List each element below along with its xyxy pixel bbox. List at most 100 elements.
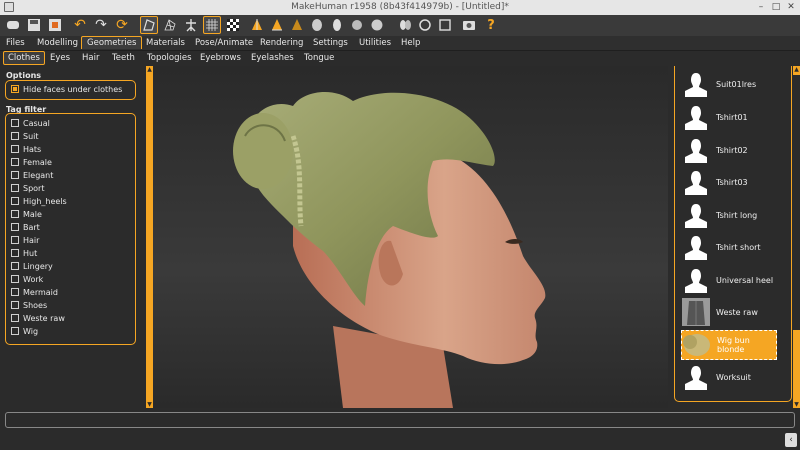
reset-camera-icon[interactable] [396, 16, 414, 34]
tag-checkbox[interactable]: Mermaid [11, 286, 58, 298]
redo-icon[interactable]: ↷ [92, 16, 110, 34]
scroll-up-icon[interactable]: ▲ [146, 66, 153, 73]
tab-rendering[interactable]: Rendering [260, 38, 303, 48]
scroll-down-icon[interactable]: ▼ [793, 401, 800, 408]
side-view-icon[interactable] [368, 16, 386, 34]
subtab-teeth[interactable]: Teeth [112, 53, 135, 63]
tab-modelling[interactable]: Modelling [37, 38, 78, 48]
maximize-icon[interactable]: □ [769, 1, 783, 14]
checkbox-box[interactable] [11, 249, 19, 257]
tag-checkbox[interactable]: Hair [11, 234, 39, 246]
list-item[interactable]: Suit01lres [681, 69, 777, 99]
hide-faces-checkbox[interactable]: Hide faces under clothes [11, 83, 122, 95]
smooth-icon[interactable] [140, 16, 158, 34]
checker-icon[interactable] [224, 16, 242, 34]
list-item[interactable]: Tshirt01 [681, 102, 777, 132]
back-view-icon[interactable] [268, 16, 286, 34]
checkbox-box[interactable] [11, 236, 19, 244]
checkbox-box[interactable] [11, 132, 19, 140]
checkbox-box[interactable] [11, 184, 19, 192]
export-icon[interactable] [46, 16, 64, 34]
list-item[interactable]: Tshirt02 [681, 135, 777, 165]
tag-checkbox[interactable]: High_heels [11, 195, 67, 207]
tab-help[interactable]: Help [401, 38, 420, 48]
3d-viewport[interactable] [153, 66, 668, 408]
grid-icon[interactable] [203, 16, 221, 34]
screenshot-icon[interactable] [460, 16, 478, 34]
right-scrollbar[interactable]: ▲ ▼ [793, 66, 800, 408]
front-view-icon[interactable] [248, 16, 266, 34]
tag-checkbox[interactable]: Suit [11, 130, 39, 142]
tag-checkbox[interactable]: Elegant [11, 169, 53, 181]
left-view-icon[interactable] [288, 16, 306, 34]
list-item[interactable]: Tshirt03 [681, 167, 777, 197]
tag-checkbox[interactable]: Sport [11, 182, 44, 194]
checkbox-box[interactable] [11, 275, 19, 283]
checkbox-box[interactable] [11, 158, 19, 166]
checkbox-box[interactable] [11, 171, 19, 179]
tag-checkbox[interactable]: Shoes [11, 299, 47, 311]
pose-icon[interactable] [182, 16, 200, 34]
checkbox-box[interactable] [11, 145, 19, 153]
list-item[interactable]: Tshirt short [681, 232, 777, 262]
tag-checkbox[interactable]: Weste raw [11, 312, 65, 324]
checkbox-box[interactable] [11, 301, 19, 309]
tag-checkbox[interactable]: Hut [11, 247, 37, 259]
checkbox-box[interactable] [11, 288, 19, 296]
scroll-down-icon[interactable]: ▼ [146, 401, 153, 408]
checkbox-box[interactable] [11, 210, 19, 218]
checkbox-box[interactable] [11, 262, 19, 270]
checkbox-box[interactable] [11, 327, 19, 335]
tag-checkbox[interactable]: Bart [11, 221, 40, 233]
list-item-selected[interactable]: Wig bun blonde [681, 330, 777, 360]
help-icon[interactable]: ? [482, 16, 500, 34]
tab-settings[interactable]: Settings [313, 38, 348, 48]
subtab-eyes[interactable]: Eyes [50, 53, 70, 63]
checkbox-box[interactable] [11, 119, 19, 127]
wig-thumbnail-icon [682, 330, 712, 360]
reset-icon[interactable]: ⟳ [113, 16, 131, 34]
tab-files[interactable]: Files [6, 38, 25, 48]
subtab-eyelashes[interactable]: Eyelashes [251, 53, 294, 63]
subtab-tongue[interactable]: Tongue [304, 53, 334, 63]
tag-checkbox[interactable]: Hats [11, 143, 41, 155]
subtab-hair[interactable]: Hair [82, 53, 99, 63]
scroll-up-icon[interactable]: ▲ [793, 66, 800, 73]
subtab-topologies[interactable]: Topologies [147, 53, 192, 63]
checkbox-box[interactable] [11, 314, 19, 322]
tag-checkbox[interactable]: Female [11, 156, 52, 168]
right-view-icon[interactable] [308, 16, 326, 34]
tag-checkbox[interactable]: Male [11, 208, 42, 220]
undo-icon[interactable]: ↶ [71, 16, 89, 34]
list-item[interactable]: Universal heel [681, 265, 777, 295]
list-item[interactable]: Tshirt long [681, 200, 777, 230]
bottom-view-icon[interactable] [348, 16, 366, 34]
checkbox-box[interactable] [11, 223, 19, 231]
minimize-icon[interactable]: – [754, 1, 768, 14]
wireframe-icon[interactable] [161, 16, 179, 34]
tag-checkbox[interactable]: Work [11, 273, 43, 285]
tab-pose-animate[interactable]: Pose/Animate [195, 38, 253, 48]
left-scrollbar[interactable]: ▲ ▼ [146, 66, 153, 408]
save-icon[interactable] [25, 16, 43, 34]
checkbox-box[interactable] [11, 197, 19, 205]
symmetry-icon[interactable] [416, 16, 434, 34]
scrollbar-track[interactable] [793, 75, 800, 330]
chevron-left-icon[interactable]: ‹ [785, 433, 797, 447]
fullscreen-icon[interactable] [436, 16, 454, 34]
tag-checkbox[interactable]: Lingery [11, 260, 53, 272]
list-item[interactable]: Weste raw [681, 297, 777, 327]
tab-geometries[interactable]: Geometries [81, 36, 143, 49]
tag-label: Weste raw [23, 313, 65, 323]
subtab-clothes[interactable]: Clothes [3, 51, 45, 65]
tab-utilities[interactable]: Utilities [359, 38, 391, 48]
list-item[interactable]: Worksuit [681, 362, 777, 392]
new-file-icon[interactable] [4, 16, 22, 34]
tag-checkbox[interactable]: Wig [11, 325, 38, 337]
top-view-icon[interactable] [328, 16, 346, 34]
tag-checkbox[interactable]: Casual [11, 117, 50, 129]
checkbox-box[interactable] [11, 85, 19, 93]
subtab-eyebrows[interactable]: Eyebrows [200, 53, 241, 63]
close-icon[interactable]: ✕ [784, 1, 798, 14]
tab-materials[interactable]: Materials [146, 38, 185, 48]
